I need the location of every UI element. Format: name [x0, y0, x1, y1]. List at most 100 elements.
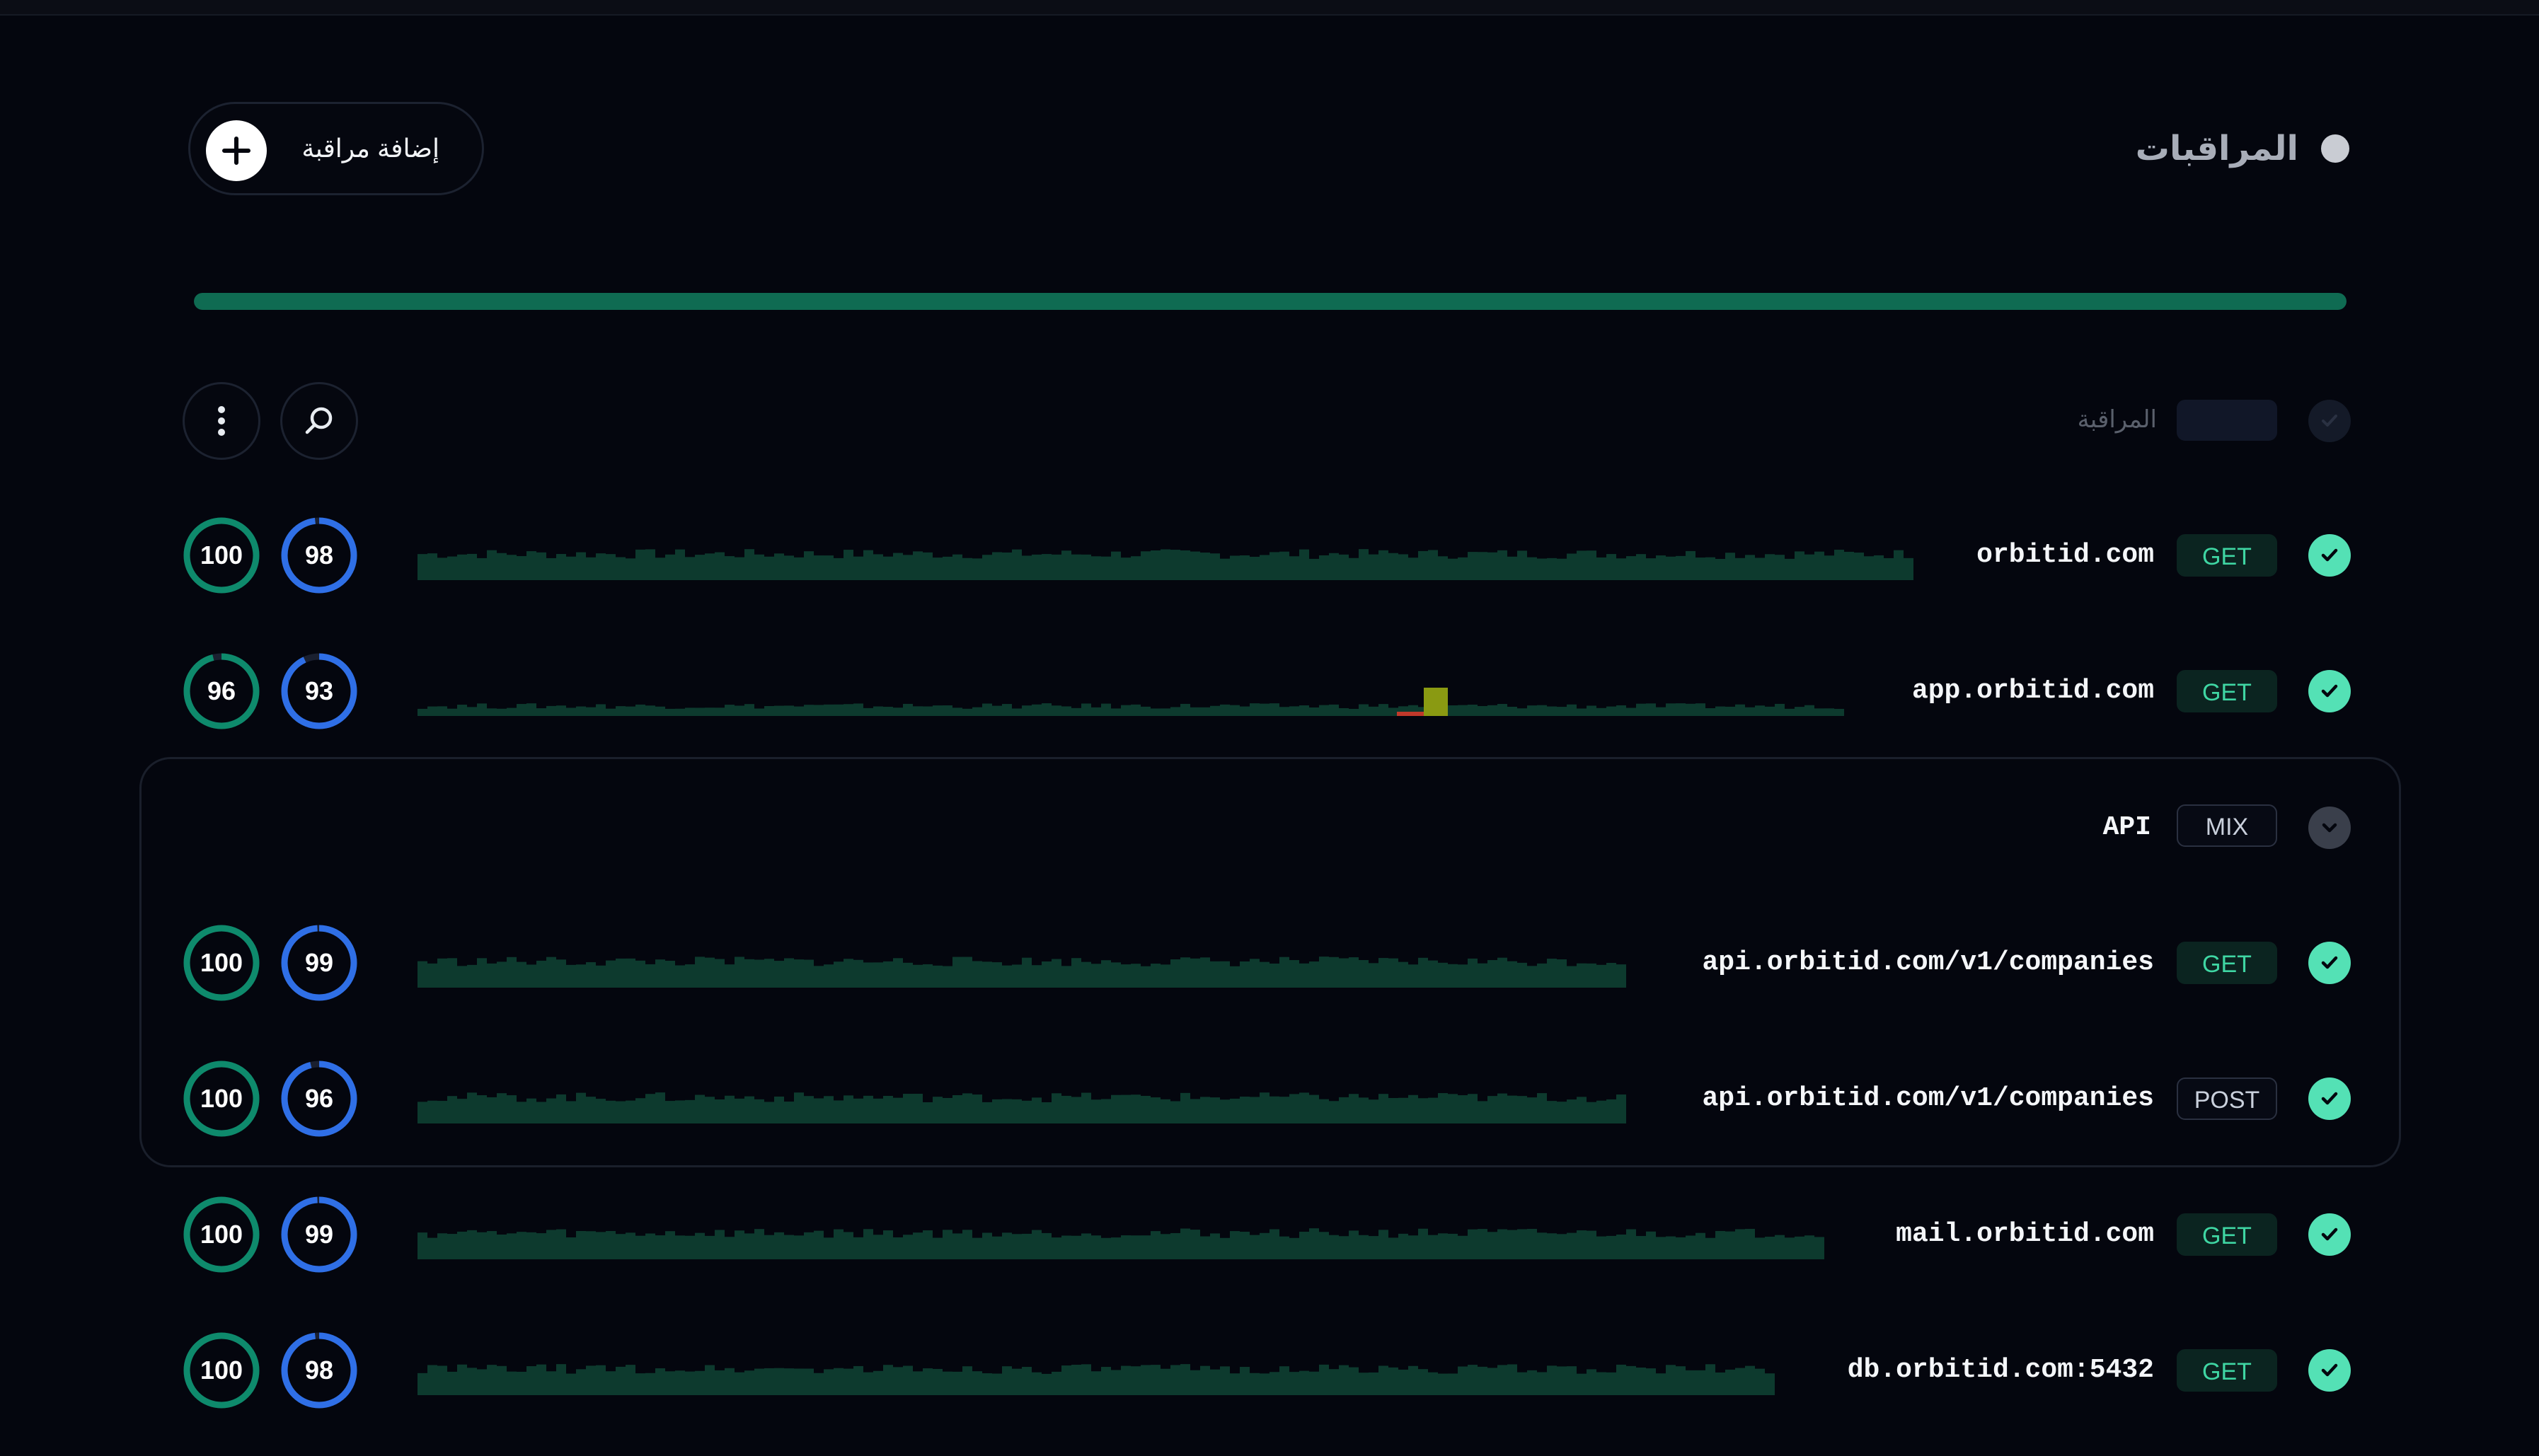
uptime-bar	[1497, 1093, 1507, 1123]
group-collapse-toggle[interactable]	[2308, 807, 2351, 849]
uptime-bar	[1626, 707, 1636, 716]
monitor-url[interactable]: api.orbitid.com/v1/companies	[1702, 944, 2154, 982]
performance-score-ring-value: 99	[304, 948, 334, 977]
uptime-bar	[1507, 1095, 1517, 1123]
uptime-bar	[1715, 558, 1725, 580]
uptime-bar	[1101, 556, 1111, 580]
uptime-bar	[804, 1368, 814, 1395]
monitor-url[interactable]: mail.orbitid.com	[1896, 1215, 2154, 1254]
more-options-button[interactable]	[183, 382, 260, 460]
uptime-bar	[1240, 555, 1250, 580]
select-all-checkbox[interactable]	[2308, 400, 2351, 442]
uptime-bar	[1091, 1235, 1101, 1259]
http-method-badge: GET	[2177, 670, 2277, 712]
uptime-bar	[447, 958, 457, 988]
monitor-row[interactable]: 100 98 orbitid.com GET	[0, 509, 2539, 601]
uptime-bar	[814, 966, 824, 988]
uptime-bar	[1487, 552, 1497, 580]
column-header-method	[2177, 400, 2277, 441]
uptime-bar	[1458, 964, 1468, 988]
uptime-bar	[1260, 1092, 1270, 1123]
uptime-bar	[705, 1097, 715, 1123]
uptime-bar	[1289, 556, 1299, 580]
uptime-bar	[1527, 1228, 1537, 1259]
uptime-bar	[645, 549, 655, 580]
monitor-url[interactable]: orbitid.com	[1976, 536, 2154, 574]
add-monitor-button[interactable]: إضافة مراقبة	[188, 102, 484, 195]
uptime-bar	[497, 553, 507, 580]
uptime-bar	[606, 708, 616, 716]
monitor-row[interactable]: 100 99 mail.orbitid.com GET	[0, 1189, 2539, 1281]
uptime-bar	[923, 1368, 933, 1395]
uptime-bar	[1279, 1097, 1289, 1123]
uptime-bar	[1418, 1098, 1428, 1123]
uptime-bar	[655, 706, 665, 716]
uptime-bar	[1339, 1236, 1349, 1259]
page-title: المراقبات	[2135, 130, 2298, 168]
uptime-bar	[1141, 1235, 1151, 1259]
uptime-bar	[1200, 957, 1210, 988]
monitor-row[interactable]: 100 99 api.orbitid.com/v1/companies GET	[0, 917, 2539, 1009]
monitor-url[interactable]: db.orbitid.com:5432	[1848, 1351, 2154, 1389]
performance-score-ring-value: 93	[304, 676, 334, 705]
uptime-bar	[1517, 1096, 1527, 1123]
uptime-bar	[774, 961, 784, 988]
performance-score-ring: 98	[280, 1331, 358, 1409]
uptime-bar	[1517, 550, 1527, 580]
uptime-bar	[1151, 964, 1161, 988]
uptime-bar	[1121, 705, 1131, 716]
uptime-bar	[1398, 1369, 1408, 1395]
uptime-bar	[853, 556, 863, 580]
uptime-bar	[1557, 959, 1567, 988]
monitor-url[interactable]: app.orbitid.com	[1912, 672, 2154, 710]
monitor-row[interactable]: 100 98 db.orbitid.com:5432 GET	[0, 1324, 2539, 1416]
uptime-bar	[418, 708, 427, 716]
uptime-score-ring: 100	[183, 1331, 260, 1409]
uptime-bar	[754, 708, 764, 716]
uptime-bar	[784, 958, 794, 988]
uptime-bar	[1795, 551, 1804, 580]
uptime-bar	[943, 1230, 952, 1259]
uptime-bar	[992, 962, 1002, 988]
uptime-bar	[1666, 556, 1676, 580]
uptime-bar	[1705, 1364, 1715, 1395]
performance-score-ring: 99	[280, 1196, 358, 1273]
uptime-bar	[735, 705, 744, 716]
http-method-badge: GET	[2177, 942, 2277, 984]
uptime-bar	[794, 557, 804, 580]
uptime-bar	[1111, 1237, 1121, 1259]
uptime-bar	[457, 966, 467, 988]
uptime-bar	[1220, 961, 1230, 988]
uptime-bar	[576, 1369, 586, 1395]
search-button[interactable]	[280, 382, 358, 460]
uptime-bar	[893, 1237, 903, 1259]
uptime-bar	[1388, 958, 1398, 988]
uptime-bar	[1329, 957, 1339, 988]
uptime-bar	[1596, 964, 1606, 988]
uptime-bar	[1438, 1233, 1448, 1259]
uptime-bar	[1061, 706, 1071, 716]
uptime-bar	[1596, 1100, 1606, 1123]
uptime-bar	[873, 962, 883, 988]
uptime-bar	[735, 1372, 744, 1395]
uptime-bar	[873, 706, 883, 716]
uptime-bar	[943, 1097, 952, 1123]
uptime-bar	[1061, 1095, 1071, 1123]
uptime-bar	[645, 705, 655, 716]
uptime-bar	[1567, 553, 1577, 580]
uptime-bar	[1101, 1237, 1111, 1259]
monitor-row[interactable]: 100 96 api.orbitid.com/v1/companies POST	[0, 1053, 2539, 1145]
uptime-bar	[1755, 1368, 1765, 1395]
uptime-bar	[1487, 1232, 1497, 1259]
uptime-bar	[1527, 705, 1537, 716]
monitor-row[interactable]: 96 93 app.orbitid.com GET	[0, 645, 2539, 737]
monitor-url[interactable]: api.orbitid.com/v1/companies	[1702, 1080, 2154, 1118]
uptime-bar	[764, 1235, 774, 1259]
uptime-bar	[1695, 1232, 1705, 1259]
uptime-bar	[1369, 706, 1378, 716]
uptime-bar	[1250, 1373, 1260, 1395]
incident-error-bar	[1397, 712, 1425, 716]
uptime-bar	[744, 1233, 754, 1259]
http-method-badge: GET	[2177, 534, 2277, 577]
uptime-bar	[1606, 1372, 1616, 1395]
